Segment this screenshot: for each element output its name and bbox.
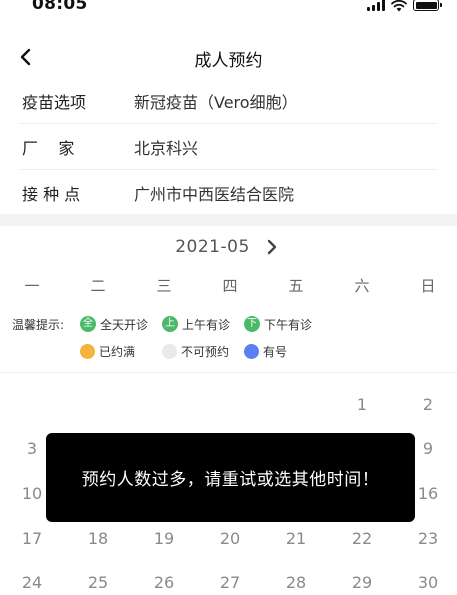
calendar-day[interactable]: 17 [12, 529, 52, 548]
info-row-vaccine: 疫苗选项 新冠疫苗（Vero细胞） [0, 78, 457, 124]
page-title: 成人预约 [194, 51, 263, 71]
full-day-badge: 全 [80, 316, 96, 332]
calendar-day[interactable]: 28 [276, 573, 316, 592]
toast-text: 预约人数过多，请重试或选其他时间！ [81, 470, 380, 490]
legend-item-unavailable: 不可预约 [162, 341, 229, 361]
info-value: 广州市中西医结合医院 [134, 185, 295, 204]
weekday-label: 三 [156, 277, 172, 295]
toast-message: 预约人数过多，请重试或选其他时间！ [46, 433, 415, 522]
legend-item-afternoon: 下 下午有诊 [244, 314, 312, 334]
info-label: 接 种 点 [22, 185, 81, 204]
calendar-day[interactable]: 1 [342, 395, 382, 414]
calendar-day[interactable]: 23 [408, 529, 448, 548]
afternoon-badge: 下 [244, 316, 260, 332]
legend-label: 有号 [263, 344, 288, 359]
nav-bar: 成人预约 [0, 34, 457, 80]
weekday-label: 四 [222, 277, 238, 295]
info-label: 疫苗选项 [22, 93, 87, 112]
calendar-day[interactable]: 21 [276, 529, 316, 548]
divider [0, 372, 457, 373]
legend-item-available: 有号 [244, 341, 287, 361]
status-icons [367, 0, 442, 13]
legend-item-morning: 上 上午有诊 [162, 314, 230, 334]
info-row-manufacturer: 厂 家 北京科兴 [0, 124, 457, 170]
calendar-day[interactable]: 2 [408, 395, 448, 414]
calendar-day[interactable]: 26 [144, 573, 184, 592]
calendar-day[interactable]: 27 [210, 573, 250, 592]
legend-item-full-day: 全 全天开诊 [80, 314, 148, 334]
signal-icon [367, 0, 385, 11]
legend-label: 全天开诊 [100, 317, 149, 332]
legend-label: 不可预约 [181, 344, 230, 359]
calendar-day[interactable]: 20 [210, 529, 250, 548]
calendar-day[interactable]: 18 [78, 529, 118, 548]
battery-icon [413, 0, 442, 11]
weekday-label: 日 [420, 277, 436, 295]
legend-row: 已约满 不可预约 有号 [0, 341, 457, 361]
status-time: 08:05 [32, 0, 88, 14]
calendar-day[interactable]: 29 [342, 573, 382, 592]
info-row-site: 接 种 点 广州市中西医结合医院 [0, 170, 457, 216]
info-label: 厂 家 [22, 139, 75, 158]
legend-label: 上午有诊 [182, 317, 231, 332]
legend-label: 下午有诊 [264, 317, 313, 332]
status-bar: 08:05 [0, 0, 457, 22]
legend-row: 温馨提示: 全 全天开诊 上 上午有诊 下 下午有诊 [0, 314, 457, 334]
weekday-label: 一 [24, 277, 40, 295]
weekday-label: 五 [288, 277, 304, 295]
info-value: 新冠疫苗（Vero细胞） [134, 93, 298, 112]
calendar-day[interactable]: 30 [408, 573, 448, 592]
weekday-label: 二 [90, 277, 106, 295]
full-dot [80, 343, 95, 359]
calendar-day[interactable]: 19 [144, 529, 184, 548]
available-dot [244, 343, 259, 359]
calendar-day[interactable]: 24 [12, 573, 52, 592]
legend-label: 已约满 [99, 344, 136, 359]
month-label: 2021-05 [175, 237, 250, 257]
next-month-button[interactable] [262, 237, 282, 257]
wifi-icon [391, 0, 407, 12]
legend-item-full: 已约满 [80, 341, 135, 361]
weekday-header: 一 二 三 四 五 六 日 [0, 275, 457, 297]
calendar-day[interactable]: 22 [342, 529, 382, 548]
info-value: 北京科兴 [134, 139, 199, 158]
legend-title: 温馨提示: [12, 318, 65, 332]
month-header: 2021-05 [0, 232, 457, 262]
section-divider [0, 214, 457, 226]
morning-badge: 上 [162, 316, 178, 332]
chevron-right-icon [267, 239, 276, 255]
weekday-label: 六 [354, 277, 370, 295]
unavailable-dot [162, 343, 177, 359]
calendar-day[interactable]: 25 [78, 573, 118, 592]
